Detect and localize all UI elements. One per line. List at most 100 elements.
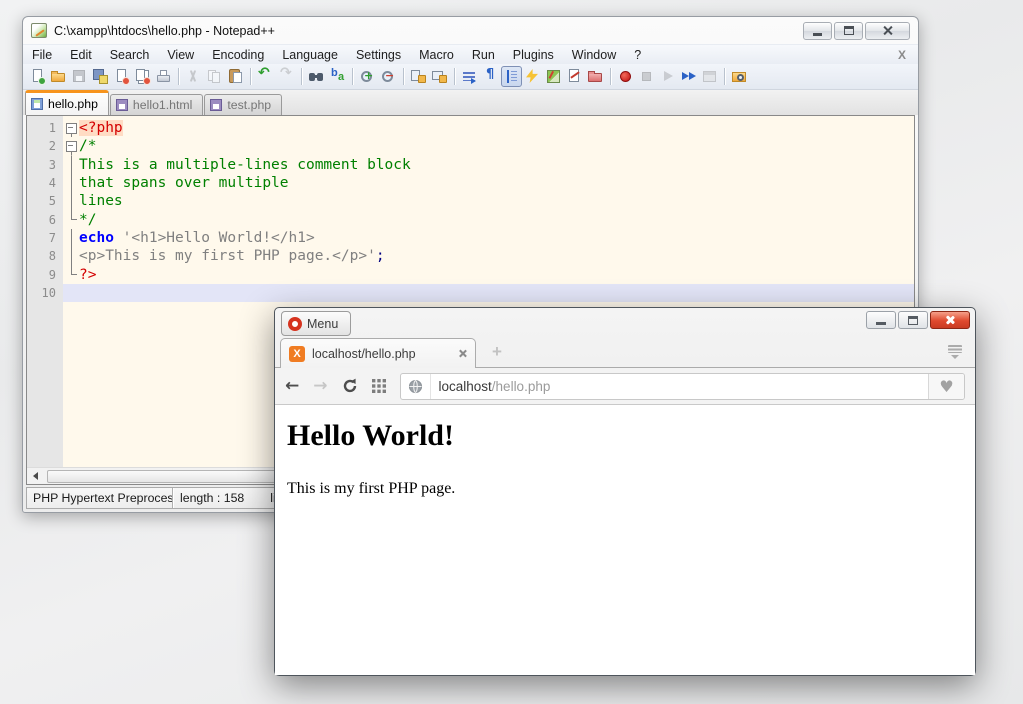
paste-button[interactable] <box>225 66 246 87</box>
open-containing-folder-button[interactable] <box>729 66 750 87</box>
menu-item-view[interactable]: View <box>158 46 203 64</box>
close-all-button[interactable] <box>132 66 153 87</box>
tab-close-icon[interactable] <box>458 349 467 358</box>
code-line-7[interactable]: 7echo '<h1>Hello World!</h1> <box>27 229 914 247</box>
notepadpp-titlebar[interactable]: C:\xampp\htdocs\hello.php - Notepad++ <box>23 17 918 44</box>
sync-vertical-scroll-button[interactable] <box>408 66 429 87</box>
open-file-button[interactable] <box>48 66 69 87</box>
editor-tab-hello1.html[interactable]: hello1.html <box>110 94 203 115</box>
fold-marker[interactable] <box>63 265 79 283</box>
menu-item-plugins[interactable]: Plugins <box>504 46 563 64</box>
menu-item-run[interactable]: Run <box>463 46 504 64</box>
code-line-3[interactable]: 3This is a multiple-lines comment block <box>27 156 914 174</box>
function-list-button[interactable] <box>564 66 585 87</box>
url-text[interactable]: localhost/hello.php <box>431 379 929 394</box>
code-line-8[interactable]: 8<p>This is my first PHP page.</p>'; <box>27 247 914 265</box>
notepadpp-close-button[interactable] <box>865 22 910 40</box>
copy-button[interactable] <box>204 66 225 87</box>
code-line-6[interactable]: 6*/ <box>27 210 914 228</box>
fold-marker[interactable] <box>63 284 79 302</box>
address-bar[interactable]: localhost/hello.php ♥ <box>400 373 966 400</box>
toolbar-separator <box>403 68 404 85</box>
code-line-4[interactable]: 4that spans over multiple <box>27 174 914 192</box>
code-text: echo '<h1>Hello World!</h1> <box>79 230 315 246</box>
fold-marker[interactable] <box>63 137 79 155</box>
opera-maximize-button[interactable] <box>898 311 928 329</box>
menubar-close-x[interactable]: X <box>898 48 918 62</box>
code-line-9[interactable]: 9?> <box>27 265 914 283</box>
menu-item-window[interactable]: Window <box>563 46 625 64</box>
close-file-button[interactable] <box>111 66 132 87</box>
menu-item-encoding[interactable]: Encoding <box>203 46 273 64</box>
opera-close-button[interactable] <box>930 311 970 329</box>
forward-button[interactable]: → <box>313 378 327 395</box>
fold-marker[interactable] <box>63 229 79 247</box>
menu-item-settings[interactable]: Settings <box>347 46 410 64</box>
undo-button[interactable] <box>255 66 276 87</box>
menu-item-language[interactable]: Language <box>273 46 347 64</box>
scroll-left-button[interactable] <box>27 468 44 484</box>
menu-item-edit[interactable]: Edit <box>61 46 101 64</box>
maximize-icon <box>908 316 918 325</box>
macro-record-button[interactable] <box>615 66 636 87</box>
fold-marker[interactable] <box>63 247 79 265</box>
browser-tab-localhost[interactable]: X localhost/hello.php <box>280 338 476 368</box>
back-button[interactable]: ← <box>285 378 299 395</box>
code-line-10[interactable]: 10 <box>27 284 914 302</box>
code-line-5[interactable]: 5lines <box>27 192 914 210</box>
code-text: that spans over multiple <box>79 175 289 191</box>
opera-titlebar[interactable]: Menu <box>275 308 975 338</box>
show-indent-guide-button[interactable] <box>501 66 522 87</box>
closed-tabs-icon[interactable] <box>947 345 963 360</box>
function-list-icon <box>566 68 583 85</box>
editor-tab-test.php[interactable]: test.php <box>204 94 282 115</box>
replace-button[interactable] <box>327 66 348 87</box>
zoom-in-button[interactable] <box>357 66 378 87</box>
fold-marker[interactable] <box>63 119 79 137</box>
menu-item-search[interactable]: Search <box>101 46 159 64</box>
print-button[interactable] <box>153 66 174 87</box>
fold-marker[interactable] <box>63 156 79 174</box>
macro-stop-button[interactable] <box>636 66 657 87</box>
find-button[interactable] <box>306 66 327 87</box>
notepadpp-minimize-button[interactable] <box>803 22 832 40</box>
fold-marker[interactable] <box>63 174 79 192</box>
reload-button[interactable] <box>342 378 358 394</box>
show-all-characters-button[interactable] <box>480 66 501 87</box>
word-wrap-button[interactable] <box>459 66 480 87</box>
close-icon <box>945 315 955 325</box>
menu-item-file[interactable]: File <box>23 46 61 64</box>
macro-save-button[interactable] <box>699 66 720 87</box>
menu-item-help[interactable]: ? <box>625 46 650 64</box>
opera-logo-icon <box>288 317 302 331</box>
bookmark-heart-button[interactable]: ♥ <box>928 374 964 399</box>
new-file-button[interactable] <box>27 66 48 87</box>
left-arrow-icon <box>33 472 38 480</box>
sync-horizontal-scroll-button[interactable] <box>429 66 450 87</box>
speed-dial-button[interactable] <box>372 379 386 393</box>
opera-menu-button[interactable]: Menu <box>281 311 351 336</box>
site-badge[interactable] <box>401 374 431 399</box>
new-tab-button[interactable]: + <box>489 345 505 361</box>
opera-minimize-button[interactable] <box>866 311 896 329</box>
editor-tab-hello.php[interactable]: hello.php <box>25 90 109 115</box>
fold-marker[interactable] <box>63 210 79 228</box>
save-icon <box>71 68 88 85</box>
document-map-button[interactable] <box>543 66 564 87</box>
folder-as-workspace-button[interactable] <box>585 66 606 87</box>
cut-button[interactable] <box>183 66 204 87</box>
save-all-button[interactable] <box>90 66 111 87</box>
code-line-1[interactable]: 1<?php <box>27 119 914 137</box>
notepadpp-maximize-button[interactable] <box>834 22 863 40</box>
zoom-out-button[interactable] <box>378 66 399 87</box>
user-defined-dialog-button[interactable] <box>522 66 543 87</box>
macro-play-button[interactable] <box>657 66 678 87</box>
replace-icon <box>329 68 346 85</box>
save-button[interactable] <box>69 66 90 87</box>
code-line-2[interactable]: 2/* <box>27 137 914 155</box>
macro-run-multiple-button[interactable] <box>678 66 699 87</box>
open-containing-folder-icon <box>731 68 748 85</box>
menu-item-macro[interactable]: Macro <box>410 46 463 64</box>
redo-button[interactable] <box>276 66 297 87</box>
fold-marker[interactable] <box>63 192 79 210</box>
